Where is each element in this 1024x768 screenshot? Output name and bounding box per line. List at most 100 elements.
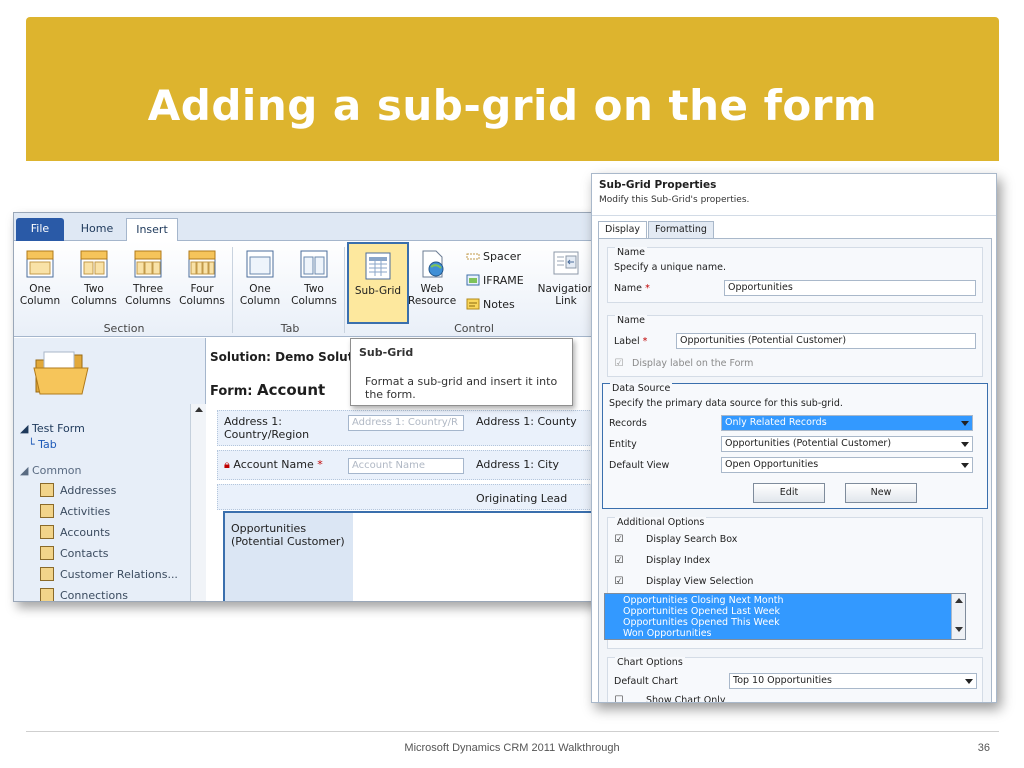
records-select[interactable]: Only Related Records xyxy=(721,415,973,431)
scroll-up-icon[interactable] xyxy=(194,407,203,412)
subgrid-tooltip: Sub-Grid Format a sub-grid and insert it… xyxy=(350,338,573,406)
slide: Adding a sub-grid on the form File Home … xyxy=(0,0,1024,768)
views-listbox[interactable]: Opportunities Closing Next Month Opportu… xyxy=(604,593,966,640)
tab-file[interactable]: File xyxy=(16,218,64,241)
list-item[interactable]: Opportunities Opened This Week xyxy=(623,617,780,628)
section-title: Name xyxy=(615,247,648,258)
subgrid-icon xyxy=(365,252,391,280)
spacer-button[interactable]: Spacer xyxy=(466,249,521,265)
ribbon-tabs: File Home Insert xyxy=(14,213,600,241)
field-label: 🔒︎ Account Name * xyxy=(224,458,323,471)
field-row-account-name[interactable]: 🔒︎ Account Name * Account Name Address 1… xyxy=(217,450,600,480)
label-label: Label * xyxy=(614,336,648,347)
label-input[interactable]: Opportunities (Potential Customer) xyxy=(676,333,976,349)
subgrid-placeholder[interactable]: Opportunities (Potential Customer) xyxy=(223,511,600,601)
left-nav: ◢ Test Form └ Tab ◢ Common Addresses Act… xyxy=(14,338,206,601)
name-section: Name Specify a unique name. Name * Oppor… xyxy=(607,247,983,303)
two-columns-tab-button[interactable]: Two Columns xyxy=(290,249,338,307)
list-item[interactable]: Opportunities Opened Last Week xyxy=(623,606,780,617)
footer-divider xyxy=(26,731,999,732)
one-column-icon xyxy=(26,250,54,278)
entity-select[interactable]: Opportunities (Potential Customer) xyxy=(721,436,973,452)
new-button[interactable]: New xyxy=(845,483,917,503)
three-columns-icon xyxy=(134,250,162,278)
slide-title: Adding a sub-grid on the form xyxy=(147,81,878,130)
show-chart-only-checkbox[interactable]: ☐ xyxy=(614,696,624,703)
nav-item-addresses[interactable]: Addresses xyxy=(40,481,116,501)
tab-display[interactable]: Display xyxy=(598,221,648,239)
section-title: Chart Options xyxy=(615,657,685,668)
two-columns-section-button[interactable]: Two Columns xyxy=(70,249,118,307)
search-box-checkbox[interactable]: ☑ xyxy=(614,535,624,545)
one-column-tab-button[interactable]: One Column xyxy=(236,249,284,307)
display-label-checkbox[interactable]: ☑ xyxy=(614,359,624,369)
nav-common[interactable]: ◢ Common xyxy=(20,464,82,477)
nav-item-contacts[interactable]: Contacts xyxy=(40,544,109,564)
search-box-label: Display Search Box xyxy=(646,534,738,545)
index-checkbox[interactable]: ☑ xyxy=(614,556,624,566)
edit-button[interactable]: Edit xyxy=(753,483,825,503)
dialog-header: Sub-Grid Properties Modify this Sub-Grid… xyxy=(592,174,996,216)
account-name-input[interactable]: Account Name xyxy=(348,458,464,474)
list-item[interactable]: Opportunities Closing Next Month xyxy=(623,595,784,606)
four-columns-icon xyxy=(188,250,216,278)
tab-home[interactable]: Home xyxy=(72,218,122,241)
activities-icon xyxy=(40,504,54,518)
notes-button[interactable]: Notes xyxy=(466,297,515,313)
list-item[interactable]: Won Opportunities xyxy=(623,628,712,639)
nav-tab-item[interactable]: └ Tab xyxy=(28,438,57,451)
navigation-link-icon xyxy=(553,251,579,275)
three-columns-section-button[interactable]: Three Columns xyxy=(124,249,172,307)
section-group-label: Section xyxy=(103,322,145,335)
one-column-tab-icon xyxy=(246,250,274,278)
chevron-down-icon xyxy=(961,442,969,447)
tab-insert[interactable]: Insert xyxy=(126,218,178,241)
section-title: Name xyxy=(615,315,648,326)
default-view-label: Default View xyxy=(609,460,670,471)
form-title: Form: Account xyxy=(210,381,326,399)
dialog-subtitle: Modify this Sub-Grid's properties. xyxy=(599,195,750,205)
default-chart-select[interactable]: Top 10 Opportunities xyxy=(729,673,977,689)
nav-scrollbar[interactable] xyxy=(190,404,206,601)
nav-item-customer-relations[interactable]: Customer Relations... xyxy=(40,565,178,585)
default-chart-label: Default Chart xyxy=(614,676,678,687)
notes-icon xyxy=(466,298,480,310)
name-hint: Specify a unique name. xyxy=(614,262,726,273)
section-title: Data Source xyxy=(610,383,673,394)
scroll-up-icon[interactable] xyxy=(954,598,963,603)
view-selection-label: Display View Selection xyxy=(646,576,754,587)
web-resource-icon xyxy=(422,250,444,278)
default-view-select[interactable]: Open Opportunities xyxy=(721,457,973,473)
display-label-text: Display label on the Form xyxy=(632,358,754,369)
two-columns-icon xyxy=(80,250,108,278)
entity-label: Entity xyxy=(609,439,637,450)
iframe-button[interactable]: IFRAME xyxy=(466,273,524,289)
tab-formatting[interactable]: Formatting xyxy=(648,221,714,239)
country-input[interactable]: Address 1: Country/R xyxy=(348,415,464,431)
scroll-down-icon[interactable] xyxy=(954,627,963,632)
dialog-title: Sub-Grid Properties xyxy=(599,179,717,191)
solution-name: Solution: Demo Solut xyxy=(210,350,354,364)
field-row-originating-lead[interactable]: Originating Lead xyxy=(217,484,600,510)
tooltip-title: Sub-Grid xyxy=(359,346,414,359)
navigation-link-button[interactable]: Navigation Link xyxy=(536,249,596,307)
nav-item-connections[interactable]: Connections xyxy=(40,586,128,601)
folder-icon xyxy=(33,351,89,395)
web-resource-button[interactable]: Web Resource xyxy=(408,249,456,307)
four-columns-section-button[interactable]: Four Columns xyxy=(178,249,226,307)
name-input[interactable]: Opportunities xyxy=(724,280,976,296)
field-row-country[interactable]: Address 1: Country/Region Address 1: Cou… xyxy=(217,410,600,446)
chevron-down-icon xyxy=(961,421,969,426)
nav-item-activities[interactable]: Activities xyxy=(40,502,110,522)
one-column-section-button[interactable]: One Column xyxy=(16,249,64,307)
label-section: Name Label * Opportunities (Potential Cu… xyxy=(607,315,983,377)
subgrid-button[interactable]: Sub-Grid xyxy=(347,242,409,324)
lock-icon: 🔒︎ xyxy=(224,458,230,471)
footer-text: Microsoft Dynamics CRM 2011 Walkthrough xyxy=(404,742,620,754)
data-source-hint: Specify the primary data source for this… xyxy=(609,398,843,409)
nav-test-form[interactable]: ◢ Test Form xyxy=(20,422,85,435)
group-separator xyxy=(344,247,345,333)
nav-item-accounts[interactable]: Accounts xyxy=(40,523,110,543)
views-scrollbar[interactable] xyxy=(951,594,965,639)
view-selection-checkbox[interactable]: ☑ xyxy=(614,577,624,587)
